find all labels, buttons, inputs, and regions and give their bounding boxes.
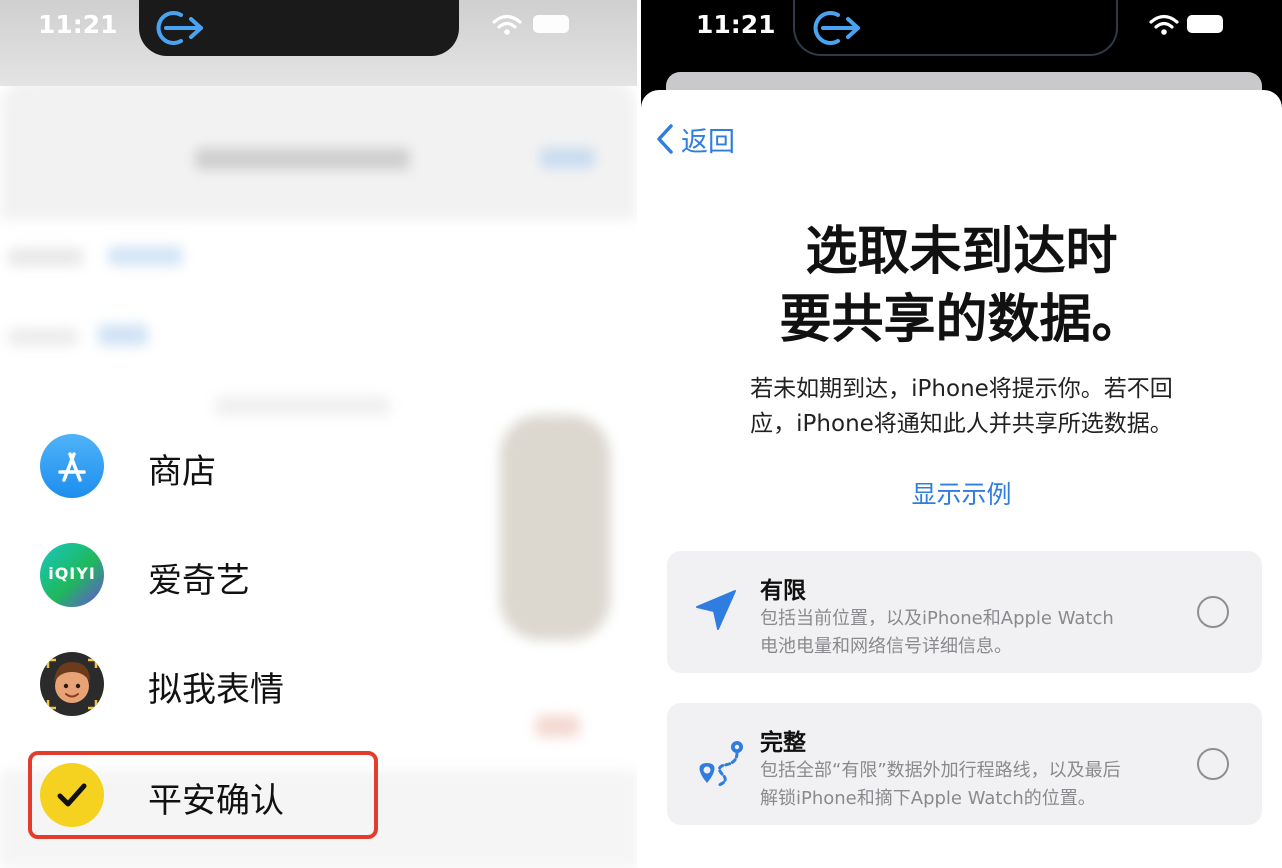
option-description-line: 包括全部“有限”数据外加行程路线，以及最后 bbox=[760, 760, 1121, 781]
status-time: 11:21 bbox=[696, 10, 776, 39]
option-title: 有限 bbox=[760, 578, 806, 604]
radio-button[interactable] bbox=[1197, 748, 1229, 780]
right-screenshot: 11:21 返回 选取未到达时 要共享的数据。 若未如期到达，iPhone将提示… bbox=[641, 0, 1282, 868]
page-title-line: 选取未到达时 bbox=[805, 222, 1118, 282]
wifi-icon bbox=[492, 14, 522, 35]
page-title: 选取未到达时 要共享的数据。 bbox=[641, 218, 1282, 354]
radio-button[interactable] bbox=[1197, 596, 1229, 628]
option-full[interactable]: 完整 包括全部“有限”数据外加行程路线，以及最后 解锁iPhone和摘下Appl… bbox=[667, 703, 1262, 825]
page-title-line: 要共享的数据。 bbox=[779, 290, 1144, 350]
description-line: 应，iPhone将通知此人并共享所选数据。 bbox=[750, 411, 1173, 437]
memoji-icon bbox=[40, 652, 104, 716]
battery-icon bbox=[533, 15, 569, 33]
left-screenshot: 11:21 商店 iQIYI 爱奇艺 拟我表情 平安确认 bbox=[0, 0, 637, 868]
dynamic-island bbox=[793, 0, 1118, 56]
status-time: 11:21 bbox=[38, 10, 118, 39]
app-store-icon bbox=[40, 434, 104, 498]
iqiyi-icon: iQIYI bbox=[40, 543, 104, 607]
highlight-box bbox=[28, 751, 378, 839]
page-description: 若未如期到达，iPhone将提示你。若不回 应，iPhone将通知此人并共享所选… bbox=[641, 372, 1282, 442]
check-in-activity-icon bbox=[813, 11, 860, 45]
location-arrow-icon bbox=[696, 590, 736, 630]
back-button[interactable]: 返回 bbox=[655, 119, 735, 159]
option-limited[interactable]: 有限 包括当前位置，以及iPhone和Apple Watch 电池电量和网络信号… bbox=[667, 551, 1262, 673]
option-description: 包括全部“有限”数据外加行程路线，以及最后 解锁iPhone和摘下Apple W… bbox=[760, 757, 1121, 813]
dynamic-island bbox=[139, 0, 459, 56]
option-title: 完整 bbox=[760, 730, 806, 756]
description-line: 若未如期到达，iPhone将提示你。若不回 bbox=[750, 376, 1173, 402]
route-icon bbox=[699, 741, 743, 787]
wifi-icon bbox=[1149, 14, 1179, 35]
menu-item-label: 拟我表情 bbox=[148, 670, 284, 710]
option-description-line: 电池电量和网络信号详细信息。 bbox=[760, 636, 1012, 657]
option-description-line: 解锁iPhone和摘下Apple Watch的位置。 bbox=[760, 788, 1096, 809]
battery-icon bbox=[1187, 15, 1223, 33]
check-in-sheet: 返回 选取未到达时 要共享的数据。 若未如期到达，iPhone将提示你。若不回 … bbox=[641, 90, 1282, 868]
show-example-link[interactable]: 显示示例 bbox=[641, 475, 1282, 511]
menu-item-iqiyi[interactable]: iQIYI 爱奇艺 bbox=[40, 543, 440, 607]
menu-item-label: 商店 bbox=[148, 452, 216, 492]
chevron-left-icon bbox=[657, 124, 673, 154]
check-in-activity-icon bbox=[156, 11, 203, 45]
option-description: 包括当前位置，以及iPhone和Apple Watch 电池电量和网络信号详细信… bbox=[760, 605, 1114, 661]
option-description-line: 包括当前位置，以及iPhone和Apple Watch bbox=[760, 608, 1114, 629]
iqiyi-icon-text: iQIYI bbox=[48, 564, 96, 583]
menu-item-label: 爱奇艺 bbox=[148, 561, 250, 601]
menu-item-store[interactable]: 商店 bbox=[40, 434, 440, 498]
back-button-label: 返回 bbox=[681, 126, 735, 158]
menu-item-memoji[interactable]: 拟我表情 bbox=[40, 652, 440, 716]
